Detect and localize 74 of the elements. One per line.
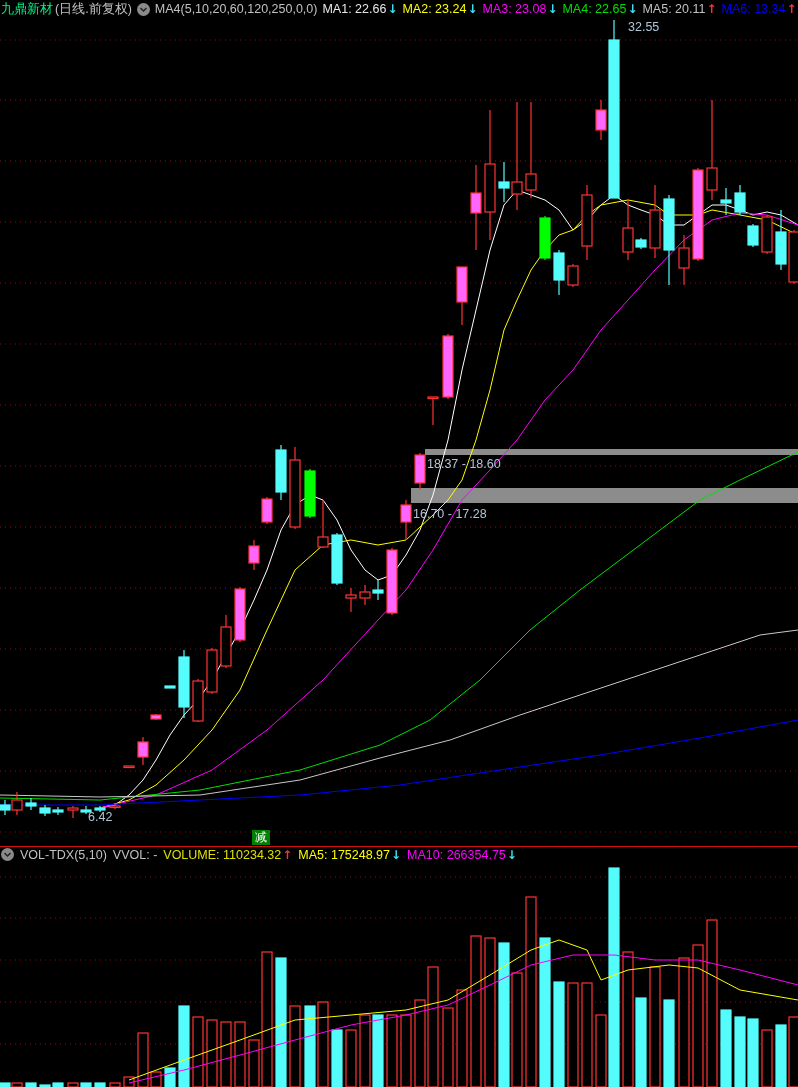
moving-average-value: MA5: 20.11 [642,2,706,16]
moving-average-value: MA4: 22.65 [562,2,627,16]
candlestick [400,499,412,541]
candlestick [39,804,51,817]
candlestick [331,532,343,586]
volume-bar [331,1029,343,1087]
moving-average-value: MA6: 13.34 [721,2,786,16]
high-price-label: 32.55 [628,20,660,34]
candlestick [275,444,287,501]
indicator-name: MA4(5,10,20,60,120,250,0,0) [154,2,318,16]
trend-arrow: ↓ [387,2,398,16]
candlestick [747,223,759,248]
candlestick [220,614,232,669]
trend-arrow: ↓ [391,847,402,862]
candlestick [761,214,773,255]
signal-marker: 减 [252,830,270,845]
candlestick [206,647,218,695]
candlestick [67,805,79,819]
volume-bar [164,1067,176,1087]
volume-bar [747,1018,759,1087]
candlestick [317,499,329,549]
candlestick [775,209,787,271]
chart-mode: (日线.前复权) [55,0,132,18]
candlestick [304,468,316,519]
candlestick [442,333,454,400]
candlestick [109,803,121,810]
candlestick [427,396,439,426]
candlestick [734,184,746,216]
dropdown-icon[interactable] [1,848,14,861]
candlestick [539,215,551,261]
volume-value: MA10: 266354.75 [407,847,506,862]
moving-average-value: MA3: 23.08 [482,2,547,16]
trend-arrow: ↑ [706,2,717,16]
candlestick [137,736,149,766]
candlestick [52,806,64,816]
moving-average-value: MA1: 22.66 [322,2,387,16]
indicator-name: VOL-TDX(5,10) [20,847,107,862]
trend-arrow: ↑ [282,847,293,862]
candlestick [164,685,176,689]
candlestick [234,586,246,643]
low-price-label: 6.42 [88,810,113,824]
moving-average-value: MA2: 23.24 [402,2,467,16]
candlestick [567,263,579,288]
candlestick [386,547,398,616]
volume-bar [775,1024,787,1087]
candlestick [553,249,565,296]
candlestick [248,539,260,571]
dropdown-icon[interactable] [136,2,150,16]
volume-value: VOLUME: 110234.32 [163,847,282,862]
candlestick [345,587,357,613]
candlestick [456,266,468,326]
stock-name: 九鼎新材 [1,0,53,18]
candlestick [261,496,273,525]
candlestick [150,713,162,721]
candlestick [372,579,384,601]
candlestick [178,649,190,719]
trend-arrow: ↓ [547,2,558,16]
volume-bar [734,1016,746,1087]
volume-bar [94,1082,106,1087]
candlestick [678,234,690,286]
trend-arrow: ↓ [506,847,517,862]
volume-value: MA5: 175248.97 [298,847,391,862]
trend-arrow: ↓ [627,2,638,16]
candlestick [25,797,37,811]
candlestick [359,584,371,606]
candlestick [192,678,204,723]
volume-bar [25,1082,37,1087]
candlestick [123,765,135,769]
candlestick [720,187,732,216]
candlestick [414,452,426,491]
trend-arrow: ↑ [786,2,797,16]
trend-arrow: ↓ [467,2,478,16]
vvol-value: VVOL: - [112,847,158,862]
candlestick [94,805,106,813]
